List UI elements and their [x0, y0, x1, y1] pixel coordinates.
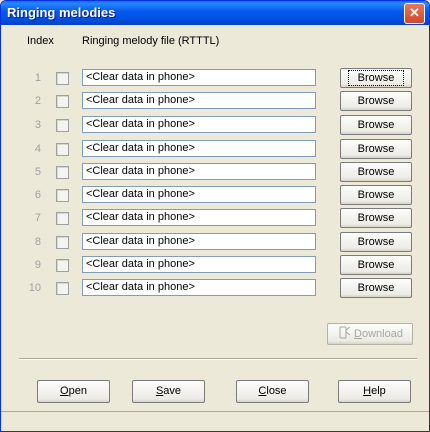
index-column-header: Index	[27, 35, 54, 47]
browse-button[interactable]: Browse	[340, 91, 412, 111]
melody-file-input[interactable]: <Clear data in phone>	[82, 92, 316, 109]
browse-button[interactable]: Browse	[340, 255, 412, 275]
row-index: 7	[34, 212, 41, 224]
browse-label: Browse	[347, 70, 405, 86]
open-mnemonic: O	[60, 385, 69, 397]
browse-label: Browse	[357, 95, 395, 107]
save-label: ave	[163, 385, 182, 397]
browse-button[interactable]: Browse	[340, 232, 412, 252]
row-index: 1	[34, 72, 41, 84]
row-index: 3	[34, 119, 41, 131]
row-index: 5	[34, 166, 41, 178]
row-checkbox[interactable]	[56, 143, 69, 156]
melody-file-input[interactable]: <Clear data in phone>	[82, 233, 316, 250]
browse-button[interactable]: Browse	[340, 278, 412, 298]
close-window-button[interactable]: ✕	[404, 3, 425, 24]
melody-row: 8 <Clear data in phone> Browse	[1, 232, 429, 254]
help-label: elp	[371, 385, 386, 397]
help-mnemonic: H	[363, 385, 372, 397]
melody-row: 7 <Clear data in phone> Browse	[1, 208, 429, 230]
window-title: Ringing melodies	[7, 5, 116, 20]
browse-label: Browse	[357, 166, 395, 178]
melody-file-input[interactable]: <Clear data in phone>	[82, 69, 316, 86]
divider	[19, 358, 417, 360]
row-checkbox[interactable]	[56, 236, 69, 249]
row-checkbox[interactable]	[56, 72, 69, 85]
title-bar: Ringing melodies ✕	[1, 1, 429, 25]
melody-file-input[interactable]: <Clear data in phone>	[82, 279, 316, 296]
melody-row: 4 <Clear data in phone> Browse	[1, 139, 429, 161]
status-bar	[1, 411, 429, 431]
row-index: 10	[28, 282, 41, 294]
melody-row: 2 <Clear data in phone> Browse	[1, 91, 429, 113]
melody-row: 10 <Clear data in phone> Browse	[1, 278, 429, 300]
browse-label: Browse	[357, 236, 395, 248]
melody-file-input[interactable]: <Clear data in phone>	[82, 163, 316, 180]
row-checkbox[interactable]	[56, 259, 69, 272]
open-label: pen	[68, 385, 87, 397]
browse-button[interactable]: Browse	[340, 115, 412, 135]
row-index: 8	[34, 236, 41, 248]
browse-button[interactable]: Browse	[340, 139, 412, 159]
browse-button[interactable]: Browse	[340, 208, 412, 228]
browse-label: Browse	[357, 189, 395, 201]
melody-row: 5 <Clear data in phone> Browse	[1, 162, 429, 184]
row-index: 6	[34, 189, 41, 201]
file-column-header: Ringing melody file (RTTTL)	[82, 35, 220, 47]
melody-file-input[interactable]: <Clear data in phone>	[82, 209, 316, 226]
row-checkbox[interactable]	[56, 189, 69, 202]
browse-label: Browse	[357, 282, 395, 294]
ringing-melodies-dialog: Ringing melodies ✕ Index Ringing melody …	[0, 0, 430, 432]
row-index: 2	[34, 95, 41, 107]
browse-label: Browse	[357, 259, 395, 271]
row-checkbox[interactable]	[56, 212, 69, 225]
melody-row: 1 <Clear data in phone> Browse	[1, 68, 429, 90]
row-index: 4	[34, 143, 41, 155]
download-button[interactable]: Download	[327, 323, 413, 345]
row-checkbox[interactable]	[56, 166, 69, 179]
browse-button[interactable]: Browse	[340, 162, 412, 182]
browse-button[interactable]: Browse	[340, 185, 412, 205]
melody-file-input[interactable]: <Clear data in phone>	[82, 186, 316, 203]
melody-row: 9 <Clear data in phone> Browse	[1, 255, 429, 277]
row-index: 9	[34, 259, 41, 271]
browse-label: Browse	[357, 119, 395, 131]
melody-file-input[interactable]: <Clear data in phone>	[82, 256, 316, 273]
open-button[interactable]: Open	[37, 380, 110, 403]
row-checkbox[interactable]	[56, 119, 69, 132]
close-label: lose	[266, 385, 287, 397]
melody-row: 6 <Clear data in phone> Browse	[1, 185, 429, 207]
browse-label: Browse	[357, 143, 395, 155]
row-checkbox[interactable]	[56, 95, 69, 108]
help-button[interactable]: Help	[338, 380, 411, 403]
row-checkbox[interactable]	[56, 282, 69, 295]
phone-download-icon	[339, 326, 351, 339]
download-mnemonic: D	[354, 328, 362, 340]
melody-file-input[interactable]: <Clear data in phone>	[82, 116, 316, 133]
save-button[interactable]: Save	[132, 380, 205, 403]
close-icon: ✕	[409, 5, 420, 20]
melody-file-input[interactable]: <Clear data in phone>	[82, 140, 316, 157]
browse-button[interactable]: Browse	[340, 68, 412, 88]
close-button[interactable]: Close	[236, 380, 309, 403]
browse-label: Browse	[357, 212, 395, 224]
melody-row: 3 <Clear data in phone> Browse	[1, 115, 429, 137]
download-label: ownload	[361, 328, 403, 340]
